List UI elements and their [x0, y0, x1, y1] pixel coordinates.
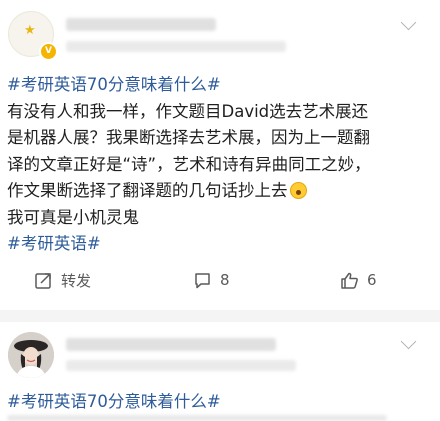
- post-text-line: 是机器人展？我果断选择去艺术展，因为上一题翻: [7, 128, 370, 147]
- post-card: ★ V #考研英语70分意味着什么# 有没有人和我一样，作文题目David选去艺…: [0, 0, 440, 310]
- post-body: #考研英语70分意味着什么# 有没有人和我一样，作文题目David选去艺术展还 …: [7, 72, 435, 258]
- repost-button[interactable]: 转发: [34, 262, 91, 298]
- hashtag-link[interactable]: #考研英语#: [7, 231, 435, 258]
- post-text-line-with-emoji: 作文果断选择了翻译题的几句话抄上去: [7, 178, 435, 205]
- verified-badge-icon: V: [39, 42, 58, 61]
- post-text-line: 我可真是小机灵鬼: [7, 207, 139, 227]
- topic-link[interactable]: #考研英语70分意味着什么#: [7, 72, 435, 99]
- thumbs-up-icon: [341, 272, 358, 289]
- star-icon: ★: [24, 23, 36, 38]
- post-card: #考研英语70分意味着什么#: [0, 322, 440, 421]
- username-redacted[interactable]: [66, 338, 276, 351]
- chevron-down-icon[interactable]: [400, 333, 417, 350]
- avatar[interactable]: ★ V: [8, 11, 58, 61]
- post-text: 作文果断选择了翻译题的几句话抄上去: [7, 181, 288, 200]
- post-meta-redacted: [66, 41, 286, 52]
- username-redacted[interactable]: [66, 18, 216, 31]
- post-meta-redacted: [66, 360, 296, 371]
- avatar[interactable]: [8, 332, 54, 378]
- chevron-down-icon[interactable]: [400, 14, 417, 31]
- repost-label: 转发: [61, 271, 92, 290]
- comment-button[interactable]: 8: [193, 262, 230, 298]
- comment-icon: [195, 272, 210, 288]
- comment-count: 8: [220, 271, 230, 289]
- action-bar: 转发 8 6: [0, 262, 440, 298]
- post-text-cutoff: [7, 415, 387, 421]
- post-text-line: 译的文章正好是“诗”，艺术和诗有异曲同工之妙，: [7, 154, 371, 174]
- topic-link[interactable]: #考研英语70分意味着什么#: [7, 389, 221, 416]
- repost-icon: [35, 272, 51, 289]
- post-text-line: 有没有人和我一样，作文题目David选去艺术展还: [7, 101, 369, 121]
- like-count: 6: [367, 271, 377, 289]
- avatar-photo: [8, 332, 54, 378]
- post-divider: [0, 310, 440, 322]
- scream-emoji-icon: [289, 182, 307, 199]
- like-button[interactable]: 6: [340, 262, 377, 298]
